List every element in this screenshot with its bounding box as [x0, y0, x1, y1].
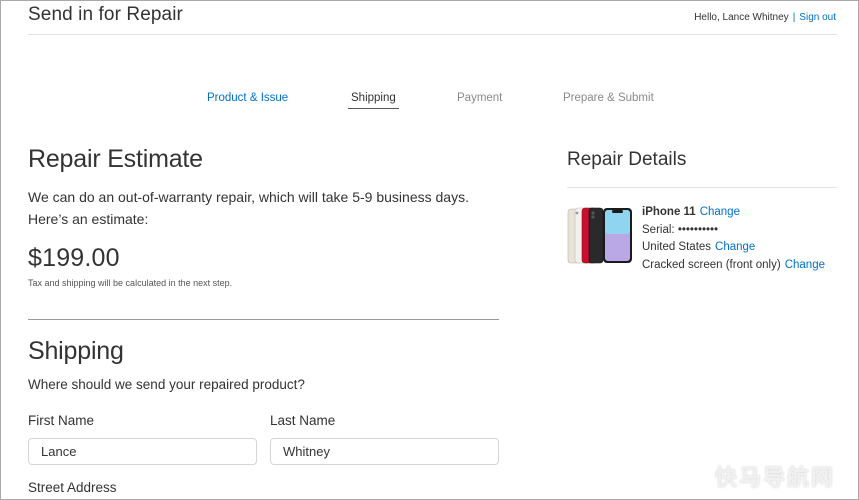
change-country-link[interactable]: Change — [715, 241, 755, 253]
country-value: United States — [642, 241, 712, 253]
repair-details-list: iPhone 11 Change Serial: •••••••••• Unite… — [642, 204, 825, 274]
step-payment: Payment — [457, 92, 503, 104]
user-area: Hello, Lance Whitney | Sign out — [694, 12, 836, 23]
sign-out-link[interactable]: Sign out — [799, 12, 836, 23]
last-name-field[interactable] — [270, 438, 499, 465]
details-divider — [567, 187, 837, 188]
user-greeting: Hello, Lance Whitney — [694, 12, 789, 23]
page-title: Send in for Repair — [28, 4, 183, 25]
serial-value: •••••••••• — [677, 223, 719, 236]
country-row: United States Change — [642, 239, 825, 257]
progress-steps: Product & Issue Shipping Payment Prepare… — [0, 92, 859, 114]
repair-estimate-heading: Repair Estimate — [28, 145, 203, 173]
serial-row: Serial: •••••••••• — [642, 222, 825, 240]
issue-row: Cracked screen (front only) Change — [642, 257, 825, 275]
section-divider — [28, 319, 499, 320]
estimate-price: $199.00 — [28, 244, 120, 272]
step-product-issue[interactable]: Product & Issue — [207, 92, 288, 108]
device-model: iPhone 11 — [642, 206, 696, 218]
change-device-link[interactable]: Change — [700, 206, 740, 218]
price-note: Tax and shipping will be calculated in t… — [28, 278, 233, 288]
last-name-label: Last Name — [270, 413, 336, 428]
first-name-field[interactable] — [28, 438, 257, 465]
iphone-product-image — [567, 207, 632, 264]
step-prepare-submit: Prepare & Submit — [563, 92, 654, 104]
step-shipping: Shipping — [348, 92, 399, 109]
serial-label: Serial: — [642, 223, 675, 236]
repair-details-heading: Repair Details — [567, 149, 687, 170]
header-separator: | — [792, 12, 796, 23]
shipping-question: Where should we send your repaired produ… — [28, 377, 305, 392]
device-model-row: iPhone 11 Change — [642, 204, 825, 222]
header-divider — [28, 34, 837, 35]
change-issue-link[interactable]: Change — [785, 259, 825, 271]
estimate-description: We can do an out-of-warranty repair, whi… — [28, 189, 469, 227]
shipping-heading: Shipping — [28, 337, 124, 365]
watermark: 快马导航网 — [714, 466, 835, 491]
issue-value: Cracked screen (front only) — [642, 258, 781, 271]
street-address-label: Street Address — [28, 480, 117, 495]
first-name-label: First Name — [28, 413, 95, 428]
